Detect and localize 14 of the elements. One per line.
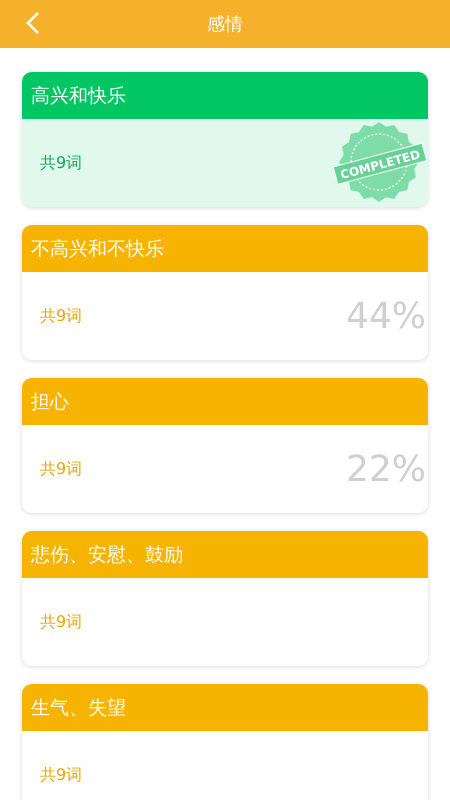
word-count: 共9词 <box>40 612 82 632</box>
lesson-card[interactable]: 生气、失望 共9词 <box>22 684 428 800</box>
lesson-card[interactable]: 悲伤、安慰、鼓励 共9词 <box>22 531 428 666</box>
back-icon <box>25 11 41 35</box>
word-count: 共9词 <box>40 458 82 480</box>
lesson-title: 不高兴和不快乐 <box>31 236 164 262</box>
lesson-title: 高兴和快乐 <box>31 84 126 108</box>
page-title: 感情 <box>207 13 243 36</box>
word-count: 共9词 <box>40 152 82 174</box>
lesson-title: 生气、失望 <box>31 696 126 720</box>
word-count: 共9词 <box>40 764 82 786</box>
lesson-title: 担心 <box>31 390 69 414</box>
word-count: 共9词 <box>40 306 82 326</box>
lesson-title: 悲伤、安慰、鼓励 <box>31 542 183 568</box>
